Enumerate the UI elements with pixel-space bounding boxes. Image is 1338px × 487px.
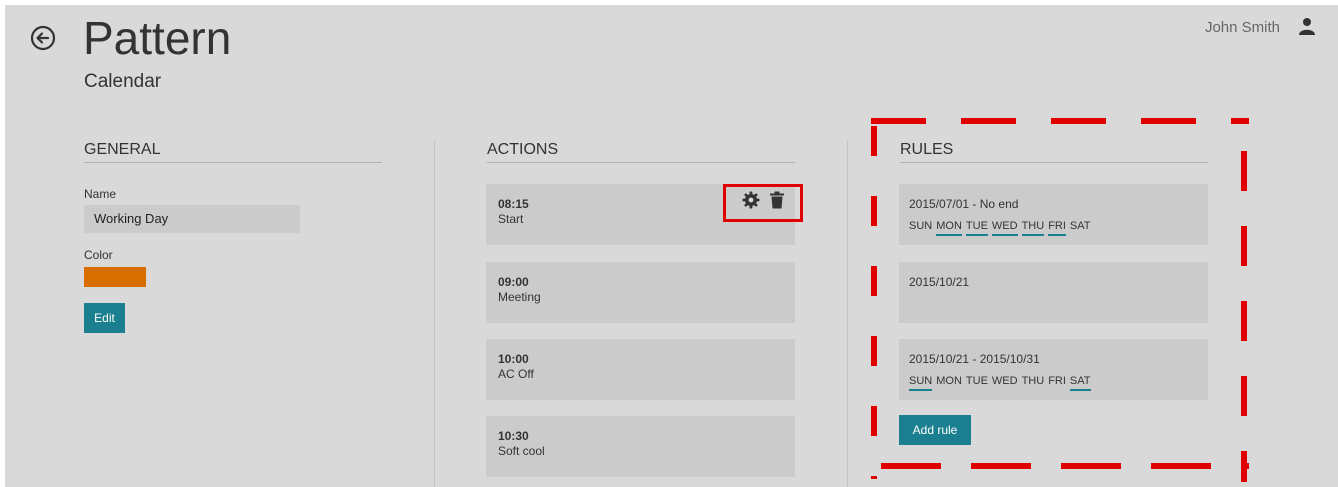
day-wed: WED [991,375,1018,387]
rule-card[interactable]: 2015/10/21 - 2015/10/31 SUN MON TUE WED THU F… [899,339,1208,400]
action-card[interactable]: 10:30 Soft cool [486,416,795,477]
rule-range: 2015/10/21 - 2015/10/31 [909,352,1040,366]
name-field[interactable]: Working Day [84,205,300,233]
rule-card[interactable]: 2015/07/01 - No end SUN MON TUE WED THU FRI SA… [899,184,1208,245]
page-subtitle: Calendar [84,71,162,92]
edit-button[interactable]: Edit [84,303,125,333]
name-label: Name [84,187,117,201]
rule-days: SUN MON TUE WED THU FRI SAT [909,220,1095,236]
action-time: 09:00 [498,275,529,289]
add-rule-button[interactable]: Add rule [899,415,971,445]
action-label: Start [498,212,524,226]
day-fri: FRI [1048,375,1066,387]
day-wed: WED [991,220,1018,236]
rules-heading: RULES [900,141,954,158]
day-thu: THU [1021,220,1045,236]
action-time: 10:30 [498,429,529,443]
action-card[interactable]: 09:00 Meeting [486,262,795,323]
actions-heading: ACTIONS [487,141,559,158]
page-canvas: Pattern Calendar John Smith GENERAL Name… [5,5,1338,487]
day-sun: SUN [909,375,933,391]
general-divider [84,162,382,163]
day-fri: FRI [1048,220,1066,236]
rules-divider [900,162,1208,163]
day-sat: SAT [1069,375,1091,391]
action-time: 08:15 [498,197,529,211]
rule-range: 2015/10/21 [909,275,970,289]
action-time: 10:00 [498,352,529,366]
back-button[interactable] [30,25,56,51]
user-name[interactable]: John Smith [1205,19,1280,36]
day-mon: MON [936,220,962,236]
day-mon: MON [936,375,962,387]
day-sat: SAT [1069,220,1091,232]
color-label: Color [84,248,113,262]
color-swatch[interactable] [84,267,146,287]
day-tue: TUE [965,375,988,387]
circle-arrow-left-icon [30,25,56,51]
page-title: Pattern [83,12,232,64]
day-sun: SUN [909,220,933,232]
action-card[interactable]: 10:00 AC Off [486,339,795,400]
action-label: Meeting [498,290,541,304]
column-divider-1 [434,140,435,487]
rule-days: SUN MON TUE WED THU FRI SAT [909,375,1095,391]
rule-range: 2015/07/01 - No end [909,197,1019,211]
rule-card[interactable]: 2015/10/21 [899,262,1208,323]
day-tue: TUE [965,220,988,236]
column-divider-2 [847,140,848,487]
day-thu: THU [1021,375,1045,387]
actions-divider [487,162,795,163]
general-heading: GENERAL [84,141,161,158]
user-icon[interactable] [1298,17,1316,35]
action-label: AC Off [498,367,534,381]
action-label: Soft cool [498,444,545,458]
highlight-box [723,184,803,222]
